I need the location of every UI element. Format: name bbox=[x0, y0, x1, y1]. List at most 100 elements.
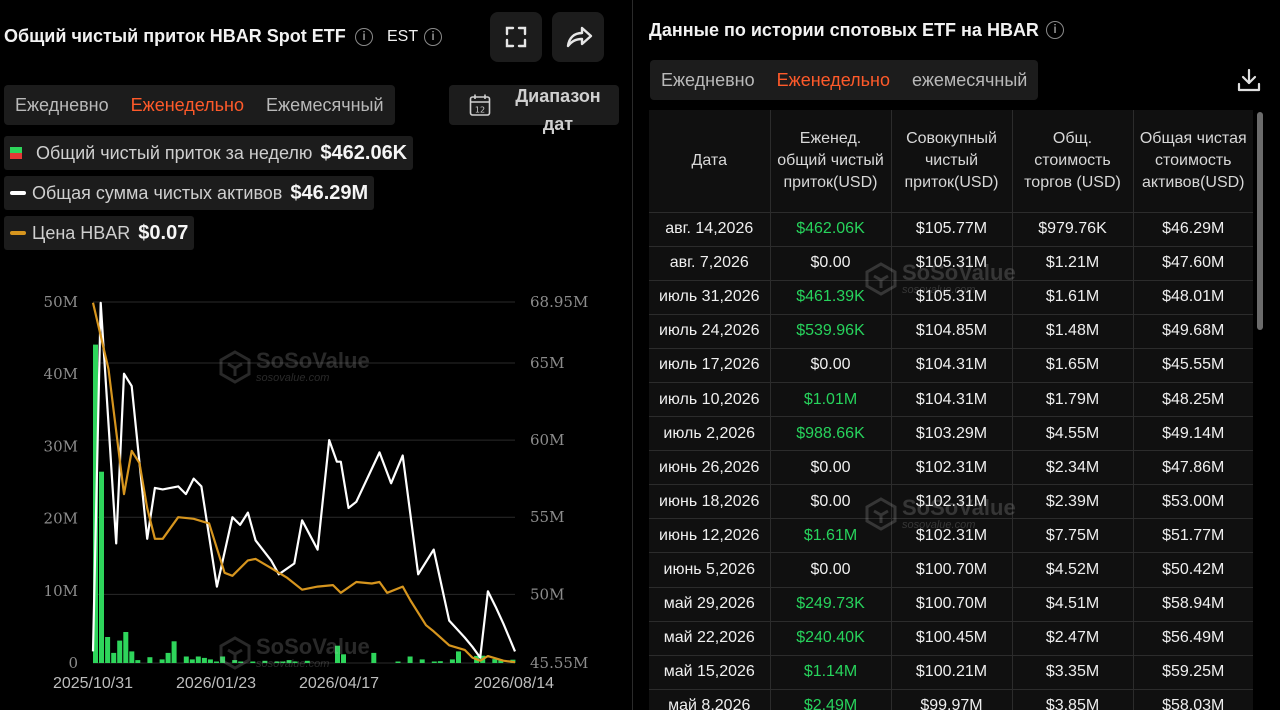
y-left-tick: 50M bbox=[44, 293, 78, 311]
fullscreen-icon bbox=[505, 26, 527, 48]
legend-value: $462.06K bbox=[320, 141, 408, 164]
tab-weekly[interactable]: Еженедельно bbox=[120, 95, 255, 116]
cell-weekly-inflow: $539.96K bbox=[770, 314, 892, 349]
inflow-bar bbox=[111, 652, 117, 663]
legend-label: Общий чистый приток за неделю bbox=[36, 142, 313, 163]
inflow-bar bbox=[207, 659, 213, 663]
sosovalue-logo-icon bbox=[865, 497, 897, 531]
y-right-tick: 50M bbox=[530, 585, 564, 603]
inflow-bar bbox=[419, 659, 425, 663]
cell-trading-value: $2.39M bbox=[1012, 484, 1134, 520]
timezone-label[interactable]: EST bbox=[387, 28, 418, 46]
table-row[interactable]: май 8,2026 $2.49M $99.97M $3.85M $58.03M bbox=[649, 689, 1253, 710]
table-row[interactable]: июль 24,2026 $539.96K $104.85M $1.48M $49.68… bbox=[649, 314, 1253, 349]
inflow-bar bbox=[159, 659, 165, 663]
history-table-panel: Данные по истории спотовых ETF на HBAR i… bbox=[633, 0, 1280, 710]
info-icon[interactable]: i bbox=[1046, 21, 1064, 39]
cell-weekly-inflow: $0.00 bbox=[770, 348, 892, 383]
cell-net-assets: $53.00M bbox=[1133, 484, 1253, 520]
cell-cumulative-inflow: $100.45M bbox=[891, 621, 1013, 656]
tab-daily[interactable]: Ежедневно bbox=[650, 70, 766, 91]
legend-value: $46.29M bbox=[290, 181, 369, 204]
table-scrollbar[interactable] bbox=[1257, 112, 1263, 330]
inflow-bar bbox=[449, 659, 455, 663]
legend-label: Общая сумма чистых активов bbox=[32, 182, 283, 203]
inflow-bar bbox=[189, 659, 195, 663]
timezone-info-icon[interactable]: i bbox=[424, 28, 442, 46]
watermark-site: sosovalue.com bbox=[256, 658, 330, 670]
white-line-swatch-icon bbox=[10, 191, 26, 195]
inflow-bar bbox=[99, 471, 104, 663]
cell-date: май 29,2026 bbox=[649, 587, 771, 622]
watermark-text: SoSoValue bbox=[902, 495, 1016, 520]
tab-monthly[interactable]: Ежемесячный bbox=[255, 95, 395, 116]
y-left-tick: 10M bbox=[44, 582, 78, 600]
cell-trading-value: $3.35M bbox=[1012, 655, 1134, 690]
tab-monthly[interactable]: ежемесячный bbox=[901, 70, 1038, 91]
table-row[interactable]: июнь 26,2026 $0.00 $102.31M $2.34M $47.86M bbox=[649, 450, 1253, 486]
tab-daily[interactable]: Ежедневно bbox=[4, 95, 120, 116]
cell-date: авг. 7,2026 bbox=[649, 246, 771, 281]
cell-cumulative-inflow: $103.29M bbox=[891, 416, 1013, 452]
table-row[interactable]: июнь 5,2026 $0.00 $100.70M $4.52M $50.42M bbox=[649, 552, 1253, 588]
tab-weekly[interactable]: Еженедельно bbox=[766, 70, 901, 91]
date-range-label: Диапазон дат bbox=[515, 86, 601, 134]
cell-weekly-inflow: $1.14M bbox=[770, 655, 892, 690]
cell-cumulative-inflow: $100.70M bbox=[891, 587, 1013, 622]
legend-net-assets: Общая сумма чистых активов $46.29M bbox=[4, 176, 375, 210]
cell-cumulative-inflow: $102.31M bbox=[891, 450, 1013, 486]
inflow-bar bbox=[407, 656, 413, 663]
col-trading-value[interactable]: Общ. стоимость торгов (USD) bbox=[1012, 110, 1134, 213]
cell-weekly-inflow: $988.66K bbox=[770, 416, 892, 452]
table-row[interactable]: июль 2,2026 $988.66K $103.29M $4.55M $49.14M bbox=[649, 416, 1253, 452]
inflow-bars bbox=[93, 344, 516, 663]
cell-weekly-inflow: $240.40K bbox=[770, 621, 892, 656]
date-range-button[interactable]: 12 Диапазон дат bbox=[449, 85, 619, 134]
table-row[interactable]: май 15,2026 $1.14M $100.21M $3.35M $59.25M bbox=[649, 655, 1253, 690]
cell-net-assets: $50.42M bbox=[1133, 552, 1253, 588]
fullscreen-button[interactable] bbox=[490, 12, 542, 62]
cell-date: июнь 5,2026 bbox=[649, 552, 771, 588]
inflow-bar bbox=[431, 661, 437, 663]
y-left-tick: 0 bbox=[68, 654, 78, 672]
cell-trading-value: $1.79M bbox=[1012, 382, 1134, 418]
download-icon[interactable] bbox=[1235, 66, 1263, 94]
table-row[interactable]: май 22,2026 $240.40K $100.45M $2.47M $56.49M bbox=[649, 621, 1253, 656]
cell-date: июль 31,2026 bbox=[649, 280, 771, 315]
inflow-bar bbox=[123, 632, 129, 663]
info-icon[interactable]: i bbox=[355, 28, 373, 46]
col-cumulative-inflow[interactable]: Совокупный чистый приток(USD) bbox=[891, 110, 1013, 213]
cell-date: июль 24,2026 bbox=[649, 314, 771, 349]
col-date[interactable]: Дата bbox=[649, 110, 771, 213]
table-row[interactable]: июль 10,2026 $1.01M $104.31M $1.79M $48.25M bbox=[649, 382, 1253, 418]
col-weekly-inflow[interactable]: Еженед. общий чистый приток(USD) bbox=[770, 110, 892, 213]
watermark-text: SoSoValue bbox=[256, 348, 370, 373]
sosovalue-logo-icon bbox=[219, 350, 251, 384]
cell-weekly-inflow: $2.49M bbox=[770, 689, 892, 710]
watermark-site: sosovalue.com bbox=[902, 284, 976, 296]
watermark-logo: SoSoValue sosovalue.com bbox=[218, 636, 370, 670]
cell-trading-value: $979.76K bbox=[1012, 212, 1134, 247]
cell-net-assets: $45.55M bbox=[1133, 348, 1253, 383]
etf-history-table: Дата Еженед. общий чистый приток(USD) Со… bbox=[649, 110, 1253, 710]
cell-trading-value: $7.75M bbox=[1012, 518, 1134, 554]
col-net-assets[interactable]: Общая чистая стоимость активов(USD) bbox=[1133, 110, 1253, 213]
y-left-tick: 20M bbox=[44, 510, 78, 528]
cell-cumulative-inflow: $100.70M bbox=[891, 552, 1013, 588]
table-row[interactable]: май 29,2026 $249.73K $100.70M $4.51M $58.94M bbox=[649, 587, 1253, 622]
table-row[interactable]: июль 17,2026 $0.00 $104.31M $1.65M $45.55M bbox=[649, 348, 1253, 383]
share-button[interactable] bbox=[552, 12, 604, 62]
cell-date: июль 2,2026 bbox=[649, 416, 771, 452]
cell-date: июль 17,2026 bbox=[649, 348, 771, 383]
cell-net-assets: $58.94M bbox=[1133, 587, 1253, 622]
watermark-logo: SoSoValue sosovalue.com bbox=[864, 497, 1016, 531]
table-row[interactable]: авг. 14,2026 $462.06K $105.77M $979.76K $46.… bbox=[649, 212, 1253, 247]
inflow-bar bbox=[165, 652, 171, 663]
legend-label: Цена HBAR bbox=[32, 222, 131, 243]
cell-trading-value: $1.65M bbox=[1012, 348, 1134, 383]
inflow-bar bbox=[371, 652, 377, 663]
cell-weekly-inflow: $0.00 bbox=[770, 450, 892, 486]
inflow-bar bbox=[171, 641, 177, 663]
watermark-logo: SoSoValue sosovalue.com bbox=[218, 350, 370, 384]
inflow-bar bbox=[105, 637, 111, 663]
